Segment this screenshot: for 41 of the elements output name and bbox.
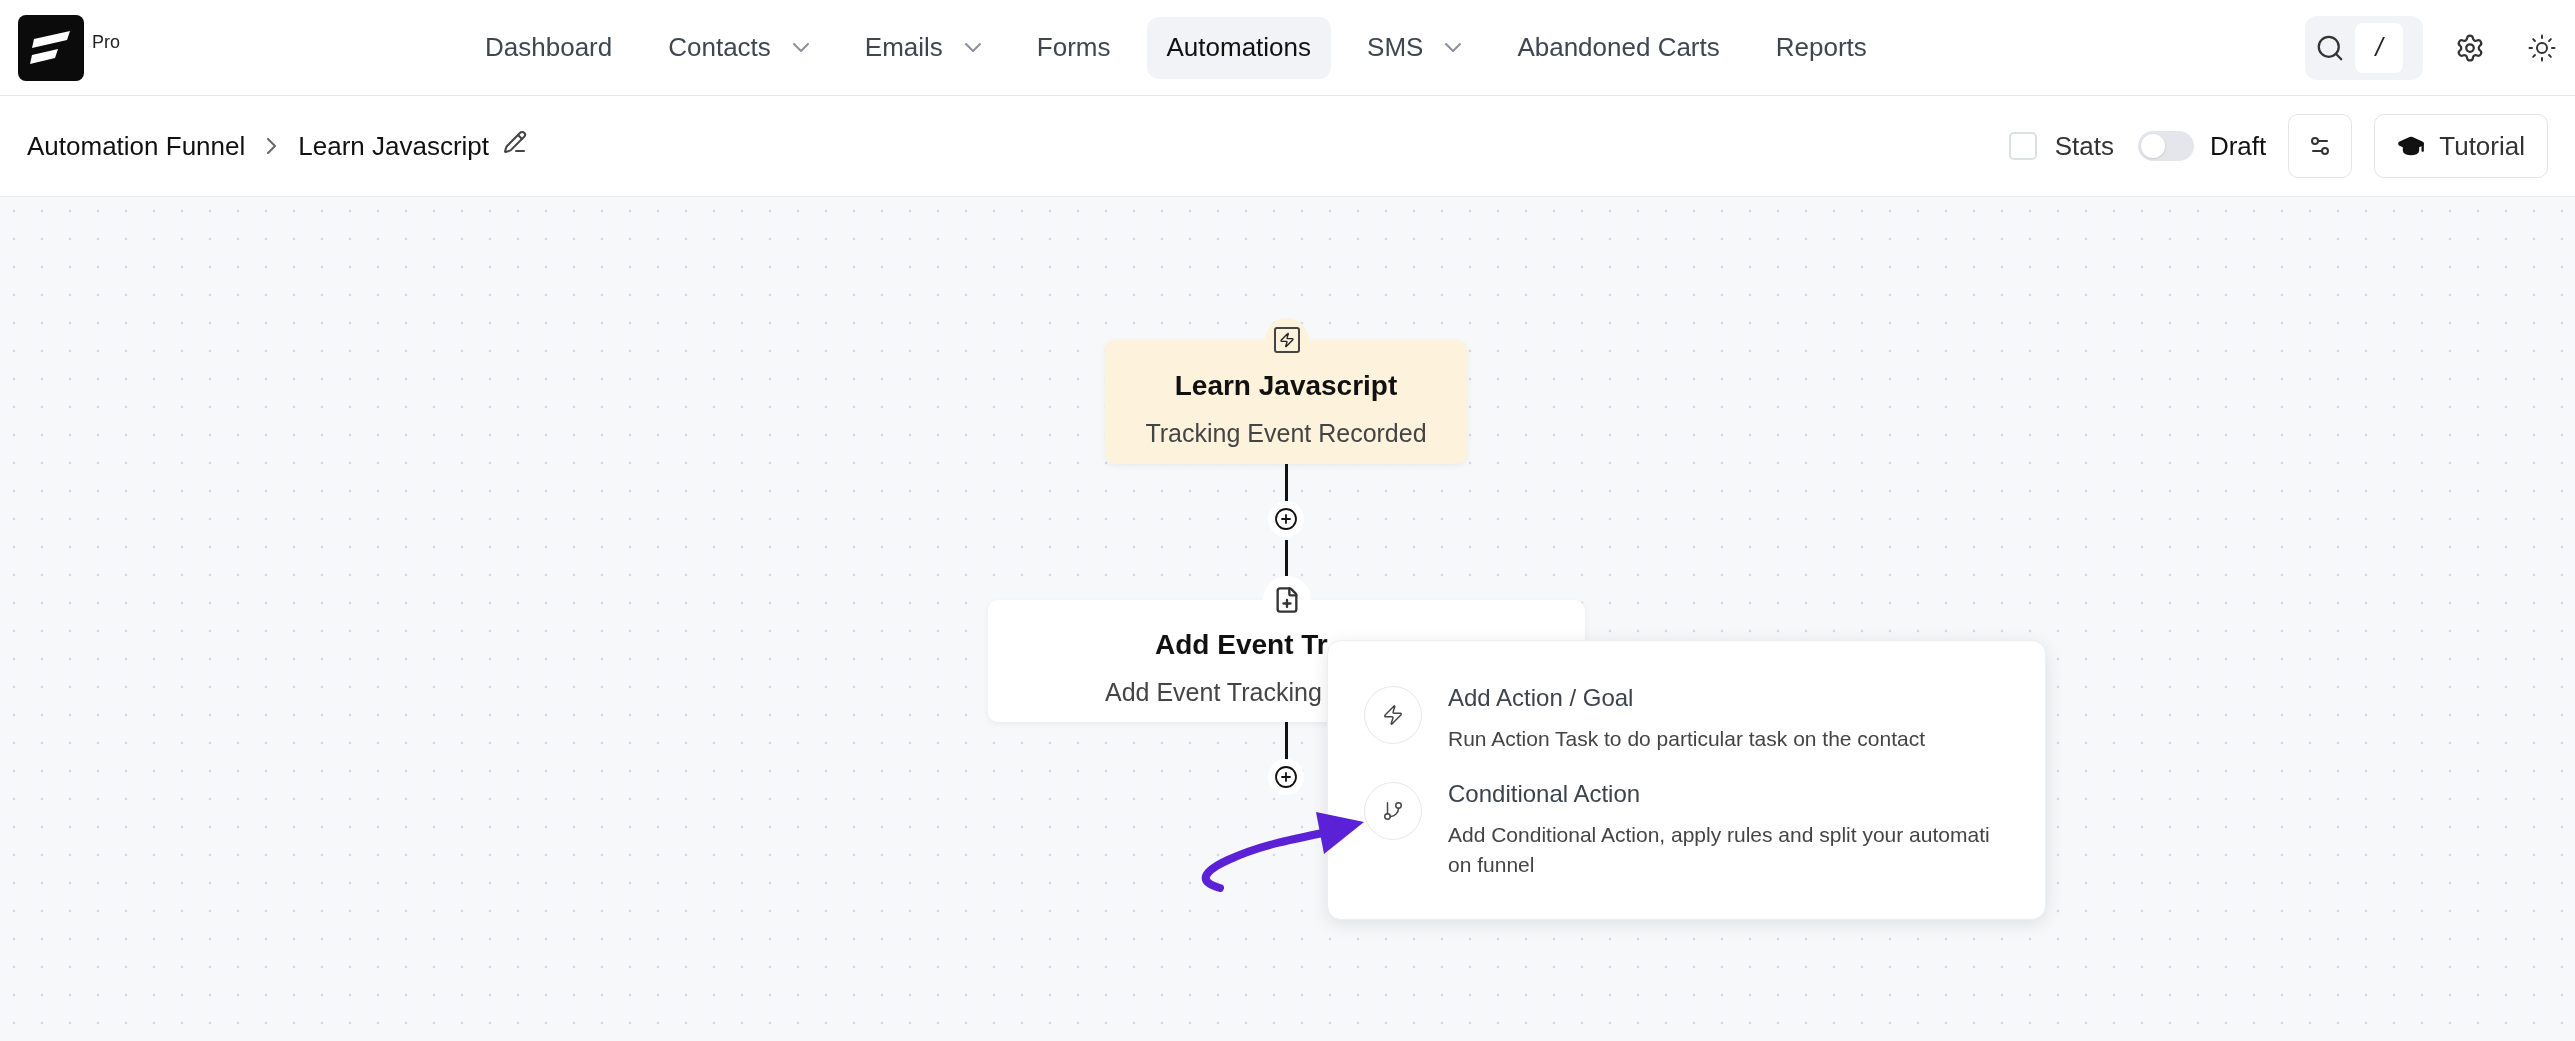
search-box[interactable]: / [2305,15,2423,80]
nav-tab[interactable]: Emails [844,16,1001,79]
tutorial-button[interactable]: Tutorial [2374,114,2548,178]
node-title: Add Event Tr [1154,628,1328,663]
menu-option[interactable]: Conditional Action Add Conditional Action, apply rules and split your automation funnel [1364,776,2015,880]
nav-tab[interactable]: Dashboard [465,16,633,79]
logo-icon [18,14,84,81]
nav-tab[interactable]: Automations [1146,16,1332,79]
edit-icon[interactable] [503,130,527,154]
lightning-icon [1382,704,1404,726]
sun-icon[interactable] [2527,32,2557,63]
trigger-node[interactable]: Learn Javascript Tracking Event Recorded [1105,340,1467,464]
node-subtitle: Add Event Tracking [1104,677,1322,709]
stats-checkbox[interactable] [2008,132,2037,160]
connector-line [1285,464,1288,501]
nav-tab[interactable]: Forms [1016,16,1131,79]
stats-label: Stats [2054,129,2114,163]
connector-line [1285,540,1288,576]
nav-tab[interactable]: Contacts [648,16,829,79]
add-step-icon[interactable] [1274,507,1298,531]
nav-tab[interactable]: SMS [1347,16,1482,79]
settings-sliders-button[interactable] [2288,114,2353,178]
option-description: Add Conditional Action, apply rules and split your automation funnel [1448,822,1991,878]
connector-line [1285,722,1288,760]
add-step-icon[interactable] [1274,765,1298,789]
node-title: Learn Javascript [1174,369,1398,404]
nav-tab[interactable]: Abandoned Carts [1497,16,1740,79]
breadcrumb-link[interactable]: Automation Funnel [27,126,246,166]
draft-label: Draft [2209,129,2267,163]
nav-tab[interactable]: Reports [1755,16,1887,79]
node-subtitle: Tracking Event Recorded [1145,418,1427,450]
shortcut-key: / [2355,22,2403,73]
breadcrumb-current: Learn Javascript [298,129,489,163]
lightning-icon [1274,327,1300,353]
option-description: Run Action Task to do particular task on the contact [1448,726,1927,752]
draft-toggle[interactable] [2137,131,2194,161]
plan-label: Pro [92,31,120,54]
option-title: Conditional Action [1448,779,1642,809]
branch-icon [1382,800,1404,822]
settings-icon[interactable] [2455,32,2485,63]
chevron-right-icon [267,138,277,154]
